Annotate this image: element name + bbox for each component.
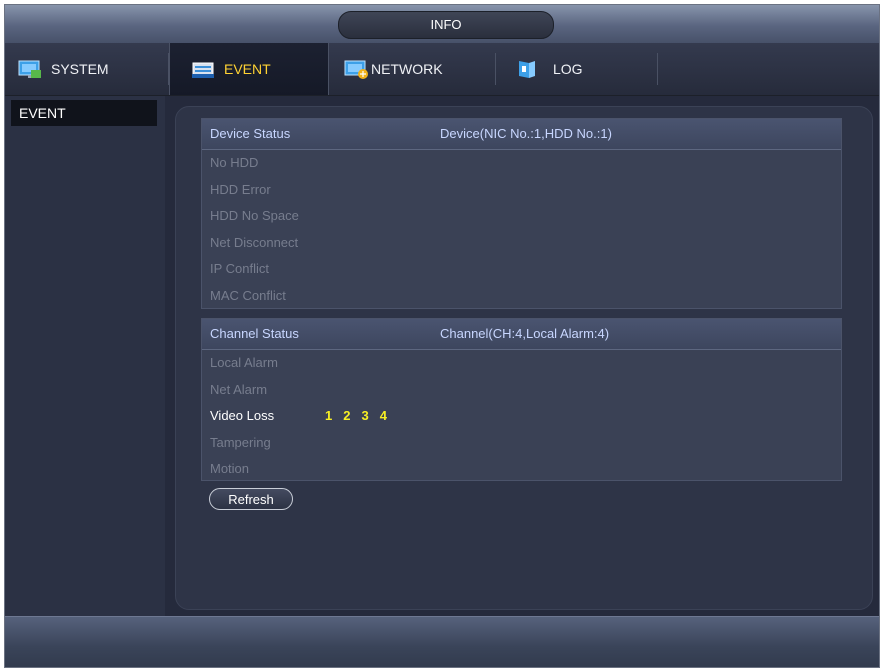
status-row-ip-conflict: IP Conflict bbox=[210, 261, 270, 277]
refresh-button[interactable]: Refresh bbox=[209, 488, 293, 510]
channel-number: 4 bbox=[379, 408, 387, 424]
status-row-local-alarm: Local Alarm bbox=[210, 355, 278, 370]
event-icon bbox=[190, 58, 216, 80]
tab-system-label: SYSTEM bbox=[51, 61, 109, 77]
channel-status-summary: Channel(CH:4,Local Alarm:4) bbox=[440, 326, 610, 341]
network-icon bbox=[343, 58, 369, 80]
tab-divider bbox=[657, 53, 658, 85]
tab-log[interactable]: LOG bbox=[515, 43, 655, 95]
system-icon bbox=[17, 58, 43, 80]
device-status-summary: Device(NIC No.:1,HDD No.:1) bbox=[440, 126, 612, 141]
video-loss-label: Video Loss bbox=[210, 408, 275, 424]
tab-log-label: LOG bbox=[553, 61, 583, 77]
channel-number: 1 bbox=[325, 408, 333, 424]
tab-network[interactable]: NETWORK bbox=[343, 43, 493, 95]
status-row-hdd-error: HDD Error bbox=[210, 181, 271, 197]
info-window: INFO SYSTEM EVENT NETWORK LOG EVENT Devi… bbox=[4, 4, 880, 668]
status-row-mac-conflict: MAC Conflict bbox=[210, 287, 286, 303]
tab-divider bbox=[495, 53, 496, 85]
channel-status-section: Channel Status Channel(CH:4,Local Alarm:… bbox=[201, 318, 842, 481]
tab-system[interactable]: SYSTEM bbox=[17, 43, 167, 95]
channel-status-title: Channel Status bbox=[210, 326, 299, 341]
channel-number: 3 bbox=[361, 408, 369, 424]
sidebar-item-event[interactable]: EVENT bbox=[11, 100, 157, 126]
channel-number: 2 bbox=[343, 408, 351, 424]
sidebar: EVENT bbox=[5, 96, 165, 617]
device-status-section: Device Status Device(NIC No.:1,HDD No.:1… bbox=[201, 118, 842, 309]
status-row-net-disconnect: Net Disconnect bbox=[210, 234, 299, 250]
status-row-no-hdd: No HDD bbox=[210, 155, 259, 170]
status-row-video-loss: Video Loss 1 2 3 4 bbox=[202, 403, 841, 430]
tab-event-label: EVENT bbox=[224, 61, 271, 77]
bottom-bar bbox=[5, 616, 879, 667]
window-title: INFO bbox=[338, 11, 554, 39]
status-row-tampering: Tampering bbox=[210, 434, 271, 450]
status-row-motion: Motion bbox=[210, 461, 250, 477]
tab-event[interactable]: EVENT bbox=[169, 43, 329, 95]
status-row-net-alarm: Net Alarm bbox=[210, 381, 268, 397]
event-info-panel: Device Status Device(NIC No.:1,HDD No.:1… bbox=[175, 106, 873, 610]
device-status-header: Device Status Device(NIC No.:1,HDD No.:1… bbox=[202, 119, 841, 150]
title-bar: INFO bbox=[5, 5, 879, 43]
channel-status-header: Channel Status Channel(CH:4,Local Alarm:… bbox=[202, 319, 841, 350]
device-status-title: Device Status bbox=[210, 126, 291, 141]
status-row-hdd-no-space: HDD No Space bbox=[210, 208, 299, 224]
tab-network-label: NETWORK bbox=[371, 61, 443, 77]
tab-bar: SYSTEM EVENT NETWORK LOG bbox=[5, 43, 879, 96]
log-icon bbox=[515, 58, 539, 80]
video-loss-channels: 1 2 3 4 bbox=[325, 403, 387, 430]
